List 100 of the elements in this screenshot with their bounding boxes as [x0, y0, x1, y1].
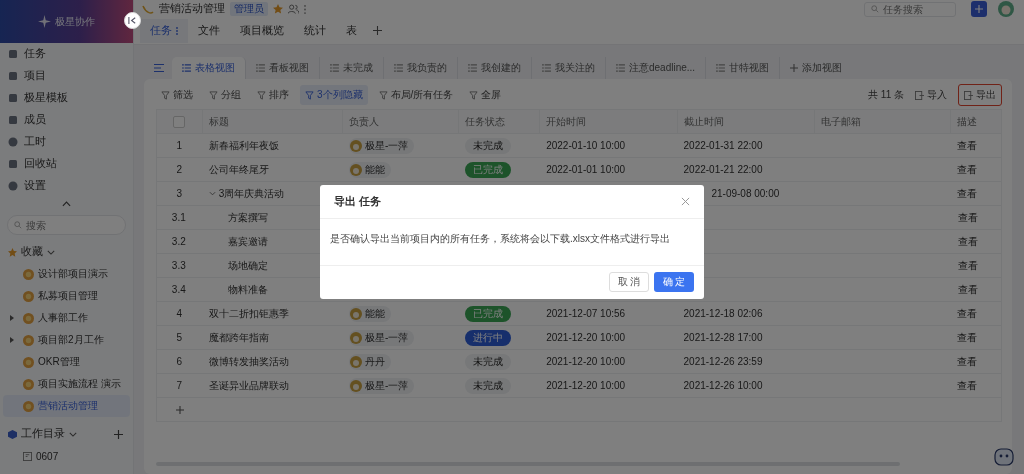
task-title[interactable]: 新春福利年夜饭: [208, 138, 279, 153]
view-link[interactable]: 查看: [952, 206, 1001, 229]
nav-item[interactable]: 工时: [0, 131, 133, 153]
view-link[interactable]: 查看: [951, 158, 1001, 181]
task-title[interactable]: 微博转发抽奖活动: [208, 354, 289, 369]
view-link[interactable]: 查看: [951, 134, 1001, 157]
table-cell-text: 2021-12-07 10:56: [545, 307, 627, 321]
assignee-chip[interactable]: 能能: [349, 161, 392, 178]
row-number: 6: [175, 355, 184, 369]
task-title[interactable]: 公司年终尾牙: [208, 162, 269, 177]
column-header[interactable]: 标题: [202, 110, 344, 133]
status-tag: 未完成: [464, 353, 511, 370]
favorite-item[interactable]: 项目部2月工作: [3, 329, 130, 351]
task-title[interactable]: 3周年庆典活动: [218, 186, 285, 201]
star-icon[interactable]: [273, 4, 283, 14]
export-button[interactable]: 导出: [958, 84, 1002, 106]
task-title[interactable]: 嘉宾邀请: [227, 234, 268, 249]
confirm-button[interactable]: 确 定: [654, 272, 694, 292]
favorite-item[interactable]: 项目实施流程 演示: [3, 373, 130, 395]
tab[interactable]: 任务: [140, 18, 188, 43]
cancel-button[interactable]: 取 消: [609, 272, 649, 292]
table-cell-text: 2022-01-01 10:00: [545, 163, 627, 177]
list-icon: [394, 64, 403, 72]
nav-item[interactable]: 成员: [0, 109, 133, 131]
table-cell: 2021-12-28 17:00: [683, 332, 763, 343]
column-header[interactable]: 负责人: [343, 110, 459, 133]
menu-icon[interactable]: [154, 64, 164, 72]
toolbar-button[interactable]: 全屏: [464, 85, 507, 105]
task-title[interactable]: 物料准备: [227, 282, 268, 297]
view-tab[interactable]: 表格视图: [172, 57, 246, 79]
folder-item[interactable]: 0607: [3, 445, 130, 467]
tab[interactable]: 统计: [294, 18, 336, 43]
assignee-chip[interactable]: 极星-一萍: [349, 329, 415, 346]
avatar-icon: [350, 307, 363, 320]
favorite-item[interactable]: 人事部工作: [3, 307, 130, 329]
user-avatar[interactable]: [998, 1, 1014, 17]
close-icon[interactable]: [681, 196, 690, 206]
search-field[interactable]: 搜索: [7, 215, 126, 235]
task-title[interactable]: 双十二折扣钜惠季: [208, 306, 289, 321]
toolbar-button[interactable]: 分组: [204, 85, 246, 105]
view-link[interactable]: 查看: [951, 350, 1001, 373]
column-header[interactable]: 描述: [951, 110, 1001, 133]
column-header[interactable]: 开始时间: [540, 110, 678, 133]
add-view-button[interactable]: 添加视图: [780, 57, 853, 79]
workspace-header[interactable]: 工作目录: [0, 423, 133, 445]
view-link[interactable]: 查看: [952, 278, 1001, 301]
column-header[interactable]: 电子邮箱: [814, 110, 952, 133]
tab[interactable]: 表: [336, 18, 367, 43]
section-title: 工作目录: [21, 427, 65, 441]
toolbar-button[interactable]: 筛选: [156, 85, 198, 105]
nav-item[interactable]: 设置: [0, 175, 133, 197]
select-all-checkbox[interactable]: [173, 115, 186, 128]
collapse-caret-icon[interactable]: [62, 201, 71, 207]
favorite-item[interactable]: OKR管理: [3, 351, 130, 373]
toolbar-button[interactable]: 布局/所有任务: [373, 85, 459, 105]
favorite-item[interactable]: 营销活动管理: [3, 395, 130, 417]
nav-item[interactable]: 极星模板: [0, 87, 133, 109]
column-header[interactable]: 任务状态: [458, 110, 541, 133]
assignee-chip[interactable]: 极星-一萍: [349, 377, 415, 394]
plus-icon: [790, 64, 799, 72]
assignee-chip[interactable]: 极星-一萍: [349, 137, 415, 154]
nav-item[interactable]: 回收站: [0, 153, 133, 175]
task-search-field[interactable]: 任务搜索: [864, 1, 956, 17]
favorite-item[interactable]: 私募项目管理: [3, 285, 130, 307]
view-link[interactable]: 查看: [951, 302, 1001, 325]
assignee-chip[interactable]: 能能: [349, 305, 392, 322]
tab[interactable]: 文件: [188, 18, 230, 43]
add-row-icon[interactable]: [175, 405, 184, 414]
view-link[interactable]: 查看: [951, 326, 1001, 349]
table-cell: 2021-12-26 10:00: [683, 380, 763, 391]
favorites-header[interactable]: 收藏: [0, 241, 133, 263]
import-button[interactable]: 导入: [910, 85, 952, 105]
toolbar-button[interactable]: 3个列隐藏: [300, 85, 368, 105]
view-link[interactable]: 查看: [952, 254, 1001, 277]
list-icon: [716, 64, 726, 72]
status-tag: 已完成: [464, 305, 511, 322]
tab[interactable]: 项目概览: [230, 18, 294, 43]
add-button[interactable]: [971, 1, 987, 17]
task-title[interactable]: 圣诞异业品牌联动: [208, 378, 289, 393]
add-icon[interactable]: [114, 429, 123, 439]
task-title[interactable]: 场地确定: [227, 258, 268, 273]
task-title[interactable]: 魔都跨年指南: [208, 330, 269, 345]
table-cell-text: 2021-12-20 10:00: [545, 355, 627, 369]
toolbar-button[interactable]: 排序: [252, 85, 294, 105]
column-header[interactable]: 截止时间: [677, 110, 815, 133]
members-icon[interactable]: [288, 4, 299, 14]
nav-item[interactable]: 任务: [0, 43, 133, 65]
view-link[interactable]: 查看: [952, 230, 1001, 253]
view-link[interactable]: 查看: [951, 182, 1001, 205]
nav-item[interactable]: 项目: [0, 65, 133, 87]
table-cell-text: 2022-01-10 10:00: [545, 139, 627, 153]
view-link[interactable]: 查看: [951, 374, 1001, 397]
favorite-item[interactable]: 设计部项目演示: [3, 263, 130, 285]
project-title: 营销活动管理: [159, 2, 225, 16]
add-tab-icon[interactable]: [373, 26, 382, 35]
row-number: 3.1: [170, 211, 187, 225]
chevron-icon[interactable]: [208, 191, 216, 196]
task-title[interactable]: 方案撰写: [227, 210, 268, 225]
table-cell-text: 2021-12-20 10:00: [545, 379, 627, 393]
assignee-chip[interactable]: 丹丹: [349, 353, 392, 370]
